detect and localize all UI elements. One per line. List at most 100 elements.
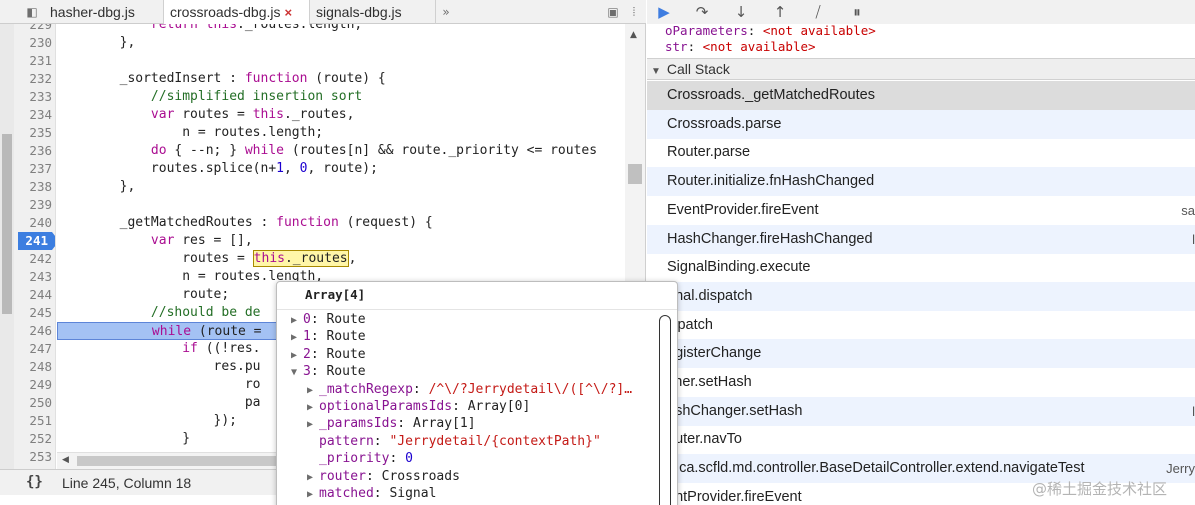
call-stack-frame[interactable]: Router.parse (647, 138, 1195, 167)
property-row[interactable]: ▶ router: Crossroads (307, 468, 460, 485)
collapsed-triangle-icon[interactable]: ▶ (291, 347, 303, 364)
breakpoint-marker[interactable]: 241 (18, 232, 55, 250)
property-row[interactable]: ▶ _matchRegexp: /^\/?Jerrydetail\/([^\/?]… (307, 381, 632, 398)
line-number[interactable]: 245 (14, 304, 52, 322)
scrollbar-thumb[interactable] (77, 456, 277, 466)
collapsed-triangle-icon[interactable]: ▶ (291, 329, 303, 346)
line-number[interactable]: 229 (14, 24, 52, 34)
scope-variable[interactable]: str: <not available> (665, 39, 816, 55)
line-number[interactable]: 242 (14, 250, 52, 268)
property-value: Array[1] (412, 416, 476, 432)
line-number[interactable]: 253 (14, 448, 52, 466)
frame-function-name: EventProvider.fireEvent (667, 201, 819, 218)
collapsed-triangle-icon[interactable]: ▶ (307, 486, 319, 503)
line-number[interactable]: 243 (14, 268, 52, 286)
scope-variable[interactable]: oParameters: <not available> (665, 23, 876, 39)
tab-label: crossroads-dbg.js (170, 4, 281, 20)
line-number[interactable]: 240 (14, 214, 52, 232)
property-value: Route (326, 312, 366, 327)
property-row[interactable]: ▶ 1: Route (291, 328, 366, 345)
frame-function-name: gnal.dispatch (667, 287, 753, 304)
editor-tab[interactable]: signals-dbg.js (310, 0, 436, 24)
call-stack-frame[interactable]: EventProvider.fireEvent sa (647, 196, 1195, 225)
line-number[interactable]: 251 (14, 412, 52, 430)
step-out-icon[interactable]: ↑ (767, 2, 793, 22)
editor-tab[interactable]: crossroads-dbg.js × (164, 0, 310, 25)
property-row[interactable]: pattern: "Jerrydetail/{contextPath}" (319, 433, 601, 450)
line-number[interactable]: 235 (14, 124, 52, 142)
scrollbar-thumb[interactable] (2, 134, 12, 314)
call-stack-frame[interactable]: ispatch (647, 311, 1195, 340)
toggle-debugger-icon[interactable]: ▣ (603, 3, 623, 21)
property-key: 1 (303, 329, 311, 345)
call-stack-frame[interactable]: outer.navTo (647, 425, 1195, 454)
line-number[interactable]: 234 (14, 106, 52, 124)
call-stack-frame[interactable]: sher.setHash (647, 368, 1195, 397)
call-stack-header[interactable]: ▼ Call Stack (647, 58, 1195, 80)
line-number[interactable]: 230 (14, 34, 52, 52)
frame-location[interactable]: sa (1181, 196, 1195, 225)
call-stack-frame[interactable]: Crossroads.parse (647, 109, 1195, 139)
variable-value: <not available> (762, 23, 876, 38)
code-line: var res = [], (150, 233, 253, 248)
step-into-icon[interactable]: ↓ (728, 2, 754, 22)
collapsed-triangle-icon[interactable]: ▶ (291, 312, 303, 329)
collapsed-triangle-icon[interactable]: ▶ (307, 399, 319, 416)
call-stack-frame[interactable]: gnal.dispatch (647, 281, 1195, 311)
property-key: _paramsIds (319, 416, 398, 432)
editor-tab[interactable]: hasher-dbg.js (44, 0, 164, 24)
line-number[interactable]: 247 (14, 340, 52, 358)
scroll-left-icon[interactable]: ◀ (62, 455, 69, 465)
call-stack-frame[interactable]: ashChanger.setHash l (647, 396, 1195, 426)
frame-function-name: Router.parse (667, 144, 751, 161)
line-number[interactable]: 231 (14, 52, 52, 70)
line-number[interactable]: 250 (14, 394, 52, 412)
scroll-up-icon[interactable]: ▲ (630, 30, 637, 40)
property-row[interactable]: ▶ matched: Signal (307, 485, 436, 502)
popover-scrollbar[interactable] (659, 315, 671, 505)
line-number[interactable]: 232 (14, 70, 52, 88)
property-row[interactable]: ▶ 2: Route (291, 346, 366, 363)
pretty-print-button[interactable]: {} (26, 474, 43, 490)
step-over-icon[interactable]: ↷ (689, 2, 715, 22)
property-separator: : (310, 312, 327, 327)
deactivate-breakpoints-icon[interactable]: ⧸ (805, 2, 831, 22)
property-value: Route (326, 329, 366, 345)
line-number[interactable]: 238 (14, 178, 52, 196)
property-row[interactable]: ▶ 0: Route (291, 311, 366, 328)
line-number[interactable]: 236 (14, 142, 52, 160)
call-stack-frame[interactable]: SignalBinding.execute (647, 253, 1195, 282)
line-number[interactable]: 244 (14, 286, 52, 304)
call-stack-frame[interactable]: Router.initialize.fnHashChanged (647, 167, 1195, 197)
call-stack-frame[interactable]: egisterChange (647, 339, 1195, 369)
pause-on-exceptions-icon[interactable]: ⏸ (844, 2, 870, 22)
property-separator: : (412, 381, 429, 397)
call-stack-frame[interactable]: HashChanger.fireHashChanged l (647, 224, 1195, 254)
tab-overflow-icon[interactable]: » (436, 3, 456, 21)
line-number[interactable]: 249 (14, 376, 52, 394)
frame-location[interactable]: Jerry (1166, 454, 1195, 483)
scrollbar-thumb[interactable] (628, 164, 642, 184)
line-number[interactable]: 246 (14, 322, 52, 340)
collapsed-triangle-icon[interactable]: ▶ (307, 416, 319, 433)
call-stack-frame[interactable]: Crossroads._getMatchedRoutes (647, 81, 1195, 110)
expanded-triangle-icon[interactable]: ▼ (291, 364, 303, 381)
line-number[interactable]: 248 (14, 358, 52, 376)
close-tab-icon[interactable]: × (285, 5, 293, 20)
collapsed-triangle-icon[interactable]: ▶ (307, 469, 319, 486)
line-number[interactable]: 237 (14, 160, 52, 178)
line-number[interactable]: 252 (14, 430, 52, 448)
collapsed-triangle-icon[interactable]: ▶ (307, 382, 319, 399)
resume-icon[interactable]: ▶ (651, 2, 677, 22)
property-row[interactable]: _priority: 0 (319, 450, 413, 467)
property-key: _matchRegexp (319, 381, 413, 397)
property-row[interactable]: ▶ optionalParamsIds: Array[0] (307, 398, 530, 415)
toggle-navigator-icon[interactable]: ◧ (22, 3, 42, 21)
property-separator: : (373, 433, 390, 449)
line-number[interactable]: 233 (14, 88, 52, 106)
line-number[interactable]: 239 (14, 196, 52, 214)
property-row[interactable]: ▼ 3: Route (291, 363, 366, 380)
more-options-icon[interactable]: ⦙ (624, 3, 644, 21)
left-scrollbar[interactable] (0, 24, 14, 469)
property-row[interactable]: ▶ _paramsIds: Array[1] (307, 415, 476, 432)
